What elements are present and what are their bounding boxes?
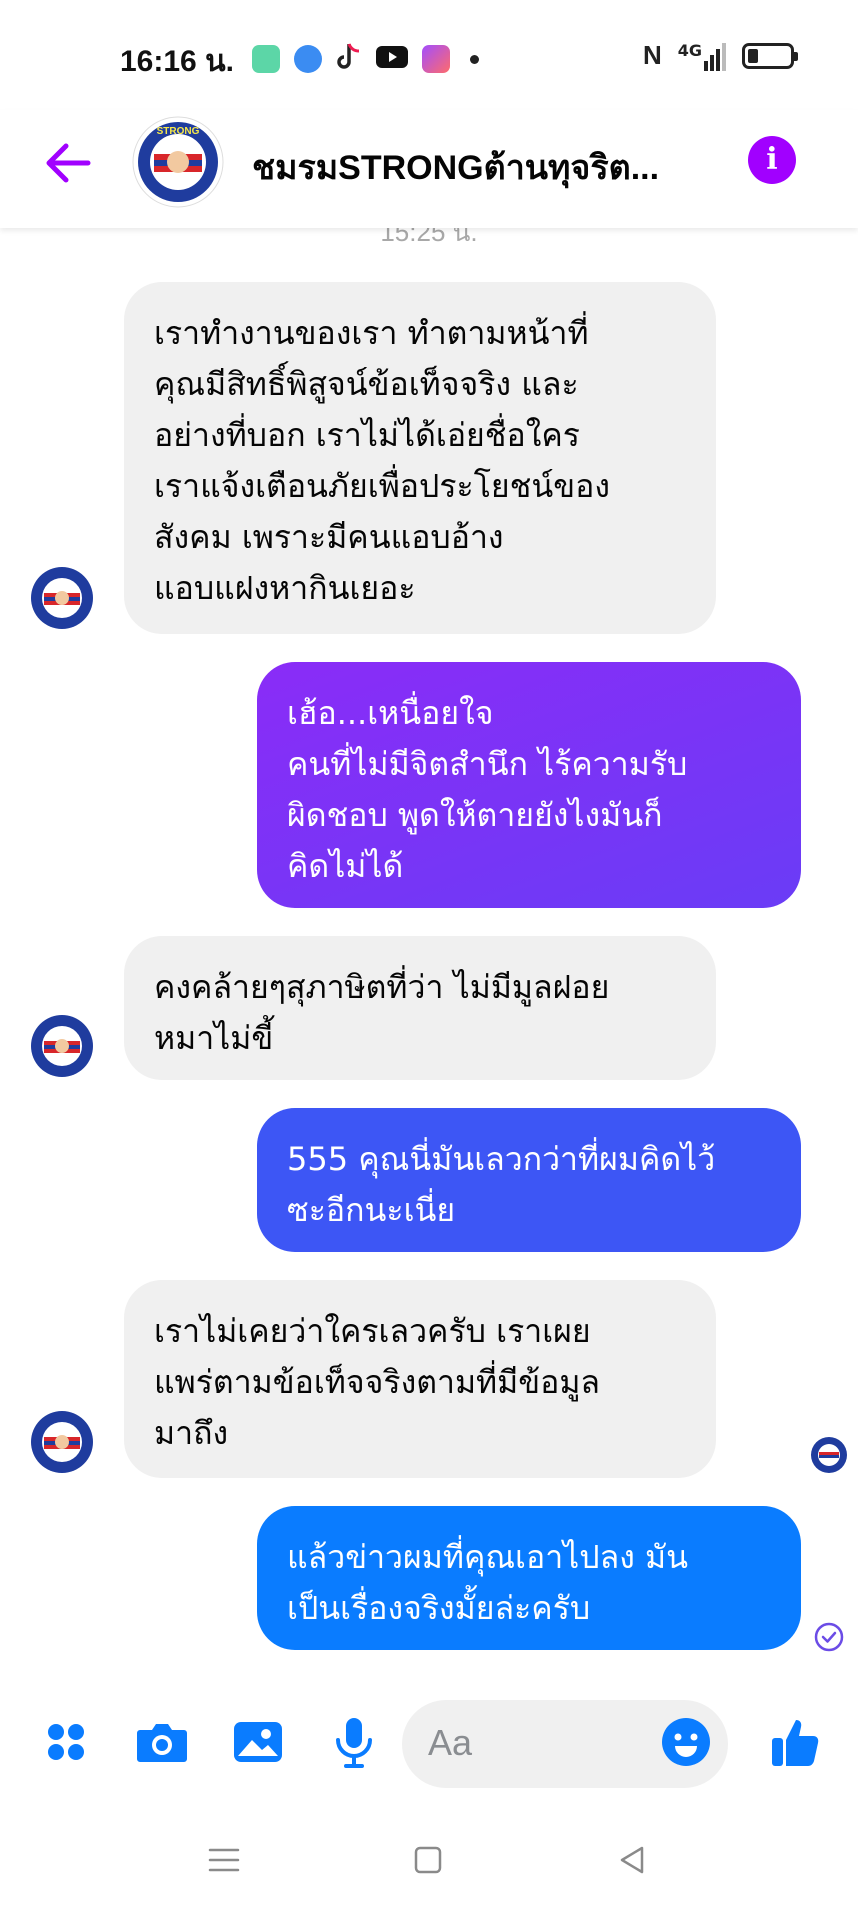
group-avatar[interactable]: STRONG (132, 116, 224, 208)
system-navigation-bar (0, 1810, 858, 1907)
image-icon[interactable] (228, 1712, 288, 1772)
sender-avatar[interactable] (30, 1410, 94, 1474)
sent-message[interactable]: เฮ้อ...เหนื่อยใจ คนที่ไม่มีจิตสำนึก ไร้ค… (257, 662, 801, 908)
recent-apps-icon[interactable] (204, 1840, 244, 1880)
emoji-icon[interactable] (660, 1716, 712, 1768)
status-notification-icons (252, 42, 479, 76)
status-bar: 16:16 น. N 4G (0, 0, 858, 110)
sender-avatar[interactable] (30, 566, 94, 630)
received-message[interactable]: คงคล้ายๆสุภาษิตที่ว่า ไม่มีมูลฝอย หมาไม่… (124, 936, 716, 1080)
sent-message[interactable]: 555 คุณนี่มันเลวกว่าที่ผมคิดไว้ ซะอีกนะเ… (257, 1108, 801, 1252)
home-icon[interactable] (408, 1840, 448, 1880)
youtube-icon (376, 45, 408, 73)
more-notifications-dot (470, 54, 479, 64)
thumbs-up-icon[interactable] (766, 1712, 826, 1772)
back-arrow-icon[interactable] (40, 136, 94, 190)
battery-icon (742, 42, 798, 69)
menu-dots-icon[interactable] (36, 1712, 96, 1772)
message-input-placeholder: Aa (428, 1722, 473, 1763)
nfc-icon: N (642, 40, 662, 70)
sent-message[interactable]: แล้วข่าวผมที่คุณเอาไปลง มัน เป็นเรื่องจร… (257, 1506, 801, 1650)
received-message[interactable]: เราไม่เคยว่าใครเลวครับ เราเผย แพร่ตามข้อ… (124, 1280, 716, 1478)
delivered-check-icon (814, 1622, 844, 1652)
received-message[interactable]: เราทำงานของเรา ทำตามหน้าที่ คุณมีสิทธิ์พ… (124, 282, 716, 634)
network-type: 4G (677, 40, 702, 60)
signal-icon: 4G (678, 41, 726, 71)
app-blue-icon (294, 45, 322, 73)
sender-avatar[interactable] (30, 1014, 94, 1078)
app-green-icon (252, 45, 280, 73)
back-nav-icon[interactable] (612, 1840, 652, 1880)
info-icon[interactable]: i (748, 136, 796, 184)
conversation-header: STRONG ชมรมSTRONGต้านทุจริต... i (0, 110, 858, 228)
camera-icon[interactable] (132, 1712, 192, 1772)
message-composer: Aa (0, 1690, 858, 1800)
seen-avatar-icon (811, 1437, 847, 1473)
microphone-icon[interactable] (324, 1712, 384, 1772)
messenger-icon (422, 45, 450, 73)
avatar-strong-text: STRONG (157, 126, 200, 137)
status-time: 16:16 น. (120, 45, 234, 78)
status-system-icons: N 4G (642, 40, 798, 71)
conversation-title[interactable]: ชมรมSTRONGต้านทุจริต... (252, 140, 659, 194)
tiktok-icon (336, 42, 362, 76)
